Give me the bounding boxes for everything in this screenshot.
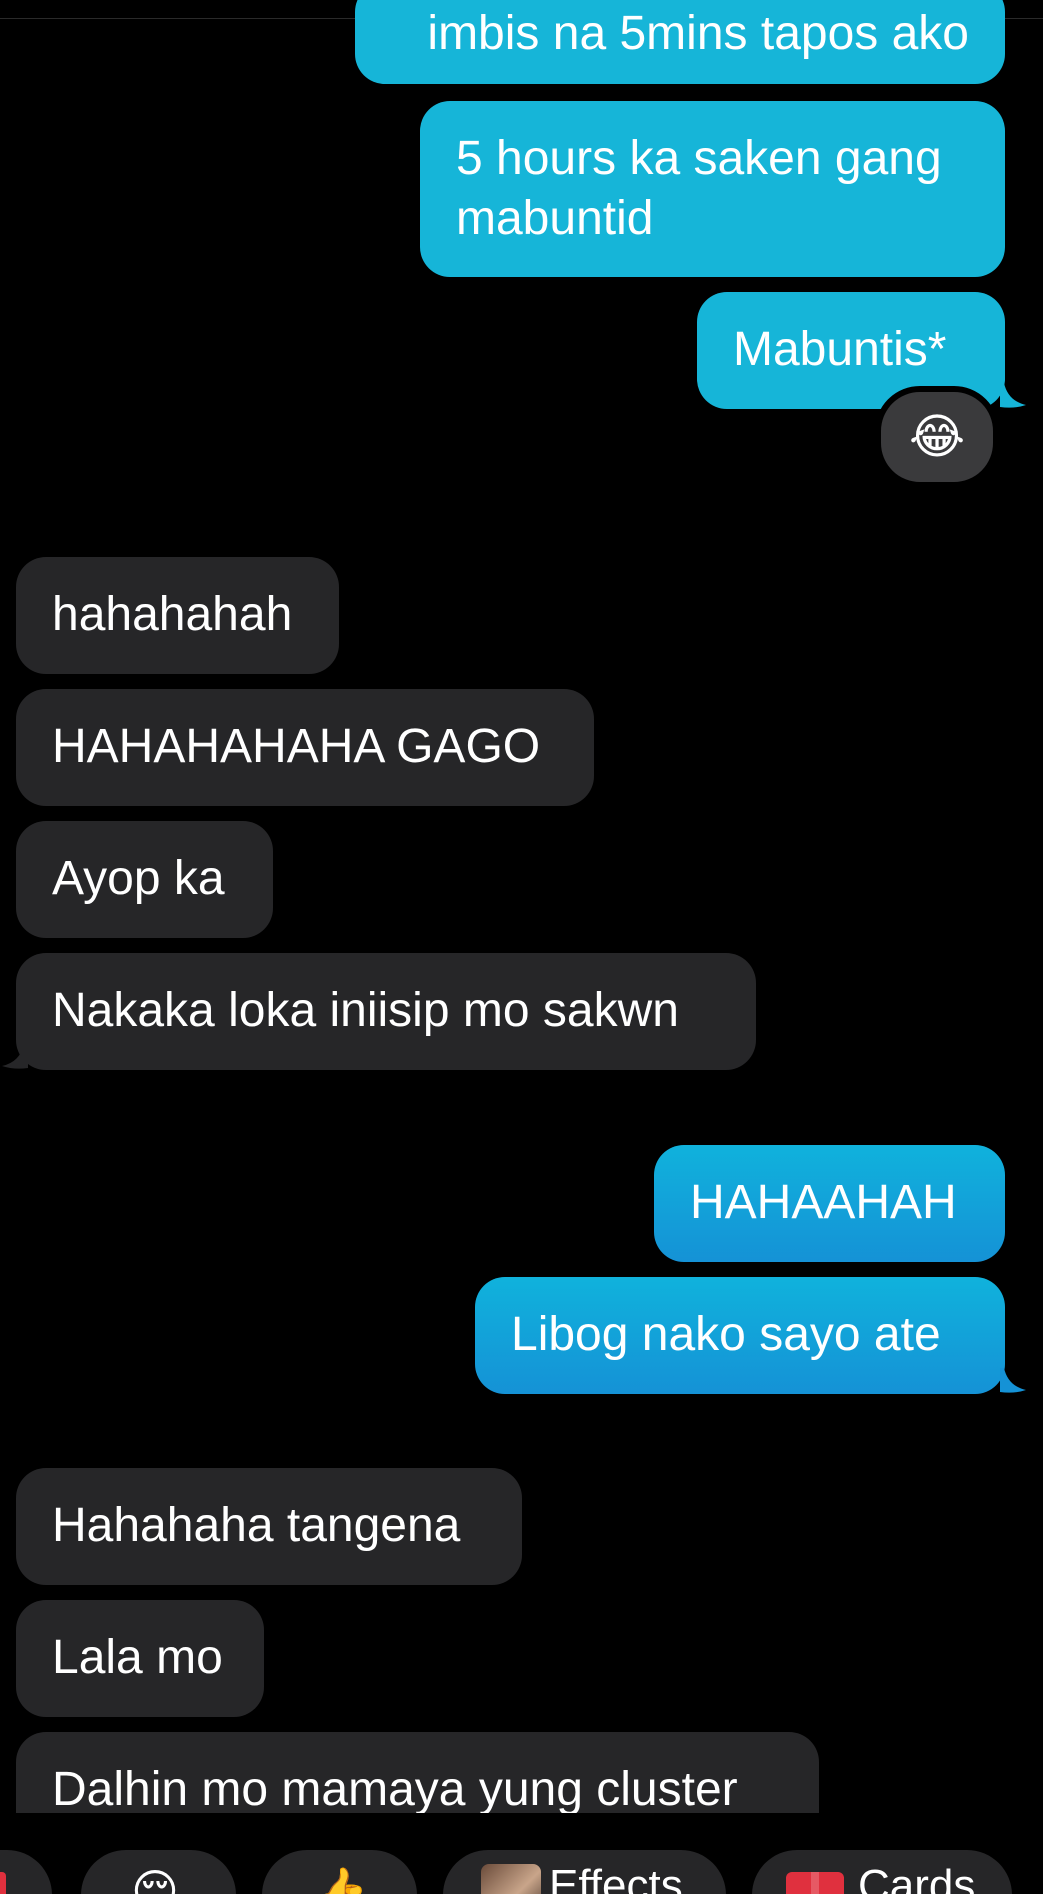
quick-action-partial[interactable]: [0, 1850, 52, 1894]
message-text: HAHAAHAH: [690, 1176, 957, 1229]
message-bubble-incoming[interactable]: Nakaka loka iniisip mo sakwn: [16, 953, 756, 1070]
message-thread[interactable]: imbis na 5mins tapos ako 5 hours ka sake…: [0, 0, 1043, 1813]
gift-icon: [786, 1872, 844, 1894]
message-bubble-incoming[interactable]: Hahahaha tangena: [16, 1468, 522, 1585]
message-bubble-outgoing[interactable]: 5 hours ka saken gang mabuntid: [420, 101, 1005, 277]
message-text-line: mabuntid: [456, 192, 654, 245]
message-text: imbis na 5mins tapos ako: [427, 7, 969, 60]
message-text: Hahahaha tangena: [52, 1499, 461, 1552]
thumbs-up-icon: 👍: [312, 1865, 370, 1894]
message-bubble-incoming[interactable]: hahahahah: [16, 557, 339, 674]
message-bubble-incoming[interactable]: Lala mo: [16, 1600, 264, 1717]
message-text: HAHAHAHAHA GAGO: [52, 720, 541, 773]
effects-button[interactable]: Effects: [443, 1850, 726, 1894]
message-text: Ayop ka: [52, 852, 225, 905]
cards-label: Cards: [858, 1861, 976, 1894]
quick-actions-bar: 😌 👍 Effects Cards: [0, 1850, 1043, 1894]
message-text: Dalhin mo mamaya yung cluster: [52, 1763, 738, 1813]
message-bubble-incoming[interactable]: HAHAHAHAHA GAGO: [16, 689, 594, 806]
message-text: Lala mo: [52, 1631, 223, 1684]
message-bubble-incoming[interactable]: Dalhin mo mamaya yung cluster: [16, 1732, 819, 1813]
message-text-line: 5 hours ka saken gang: [456, 132, 942, 185]
emoji-thumbs-up-button[interactable]: 👍: [262, 1850, 417, 1894]
message-bubble-outgoing[interactable]: imbis na 5mins tapos ako: [355, 0, 1005, 84]
effects-thumbnail-icon: [481, 1864, 541, 1894]
relieved-face-icon: 😌: [131, 1865, 179, 1894]
message-bubble-outgoing[interactable]: HAHAAHAH: [654, 1145, 1005, 1262]
tears-of-joy-icon: 😂: [908, 411, 966, 464]
message-text: Mabuntis*: [733, 323, 947, 376]
message-bubble-incoming[interactable]: Ayop ka: [16, 821, 273, 938]
message-reaction[interactable]: 😂: [875, 386, 999, 488]
effects-label: Effects: [549, 1861, 683, 1894]
partial-icon: [0, 1872, 6, 1894]
message-text: Nakaka loka iniisip mo sakwn: [52, 984, 679, 1037]
bubble-tail: [2, 1044, 28, 1069]
bubble-tail: [1000, 1368, 1026, 1393]
emoji-relieved-button[interactable]: 😌: [81, 1850, 236, 1894]
cards-button[interactable]: Cards: [752, 1850, 1012, 1894]
bubble-tail: [1000, 383, 1026, 408]
message-text: Libog nako sayo ate: [511, 1308, 941, 1361]
message-bubble-outgoing[interactable]: Libog nako sayo ate: [475, 1277, 1005, 1394]
message-text: hahahahah: [52, 588, 293, 641]
